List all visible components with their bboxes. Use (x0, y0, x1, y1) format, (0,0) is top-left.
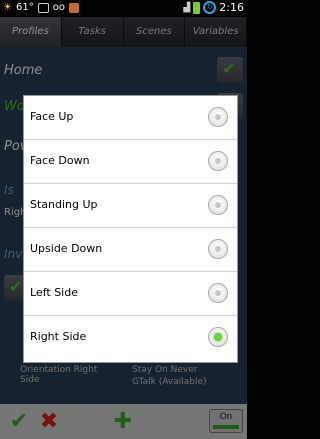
radio-icon[interactable] (208, 151, 228, 171)
weather-icon: ☀ (3, 2, 12, 13)
option-label: Left Side (30, 286, 78, 299)
radio-icon[interactable] (208, 107, 228, 127)
signal-icon: ▟ (183, 2, 191, 13)
option-label: Right Side (30, 330, 87, 343)
option-standing-up[interactable]: Standing Up (24, 184, 237, 228)
orientation-dialog: Face Up Face Down Standing Up Upside Dow… (24, 96, 237, 362)
radio-icon[interactable] (208, 195, 228, 215)
clock: 2:16 (219, 1, 244, 14)
option-upside-down[interactable]: Upside Down (24, 228, 237, 272)
app-icon (68, 2, 79, 13)
gmail-icon (37, 2, 49, 13)
option-label: Face Down (30, 154, 90, 167)
radio-icon[interactable] (208, 283, 228, 303)
option-label: Standing Up (30, 198, 98, 211)
battery-icon (193, 1, 201, 14)
temperature: 61° (15, 2, 34, 13)
option-label: Face Up (30, 110, 74, 123)
option-right-side[interactable]: Right Side (24, 316, 237, 362)
sync-icon: ↻ (203, 1, 217, 14)
radio-icon[interactable] (208, 239, 228, 259)
option-left-side[interactable]: Left Side (24, 272, 237, 316)
option-face-down[interactable]: Face Down (24, 140, 237, 184)
radio-selected-icon[interactable] (208, 327, 228, 347)
option-face-up[interactable]: Face Up (24, 96, 237, 140)
status-bar: ☀ 61° oo ▟ ↻ 2:16 (0, 0, 247, 17)
option-label: Upside Down (30, 242, 103, 255)
voicemail-icon: oo (52, 2, 65, 13)
